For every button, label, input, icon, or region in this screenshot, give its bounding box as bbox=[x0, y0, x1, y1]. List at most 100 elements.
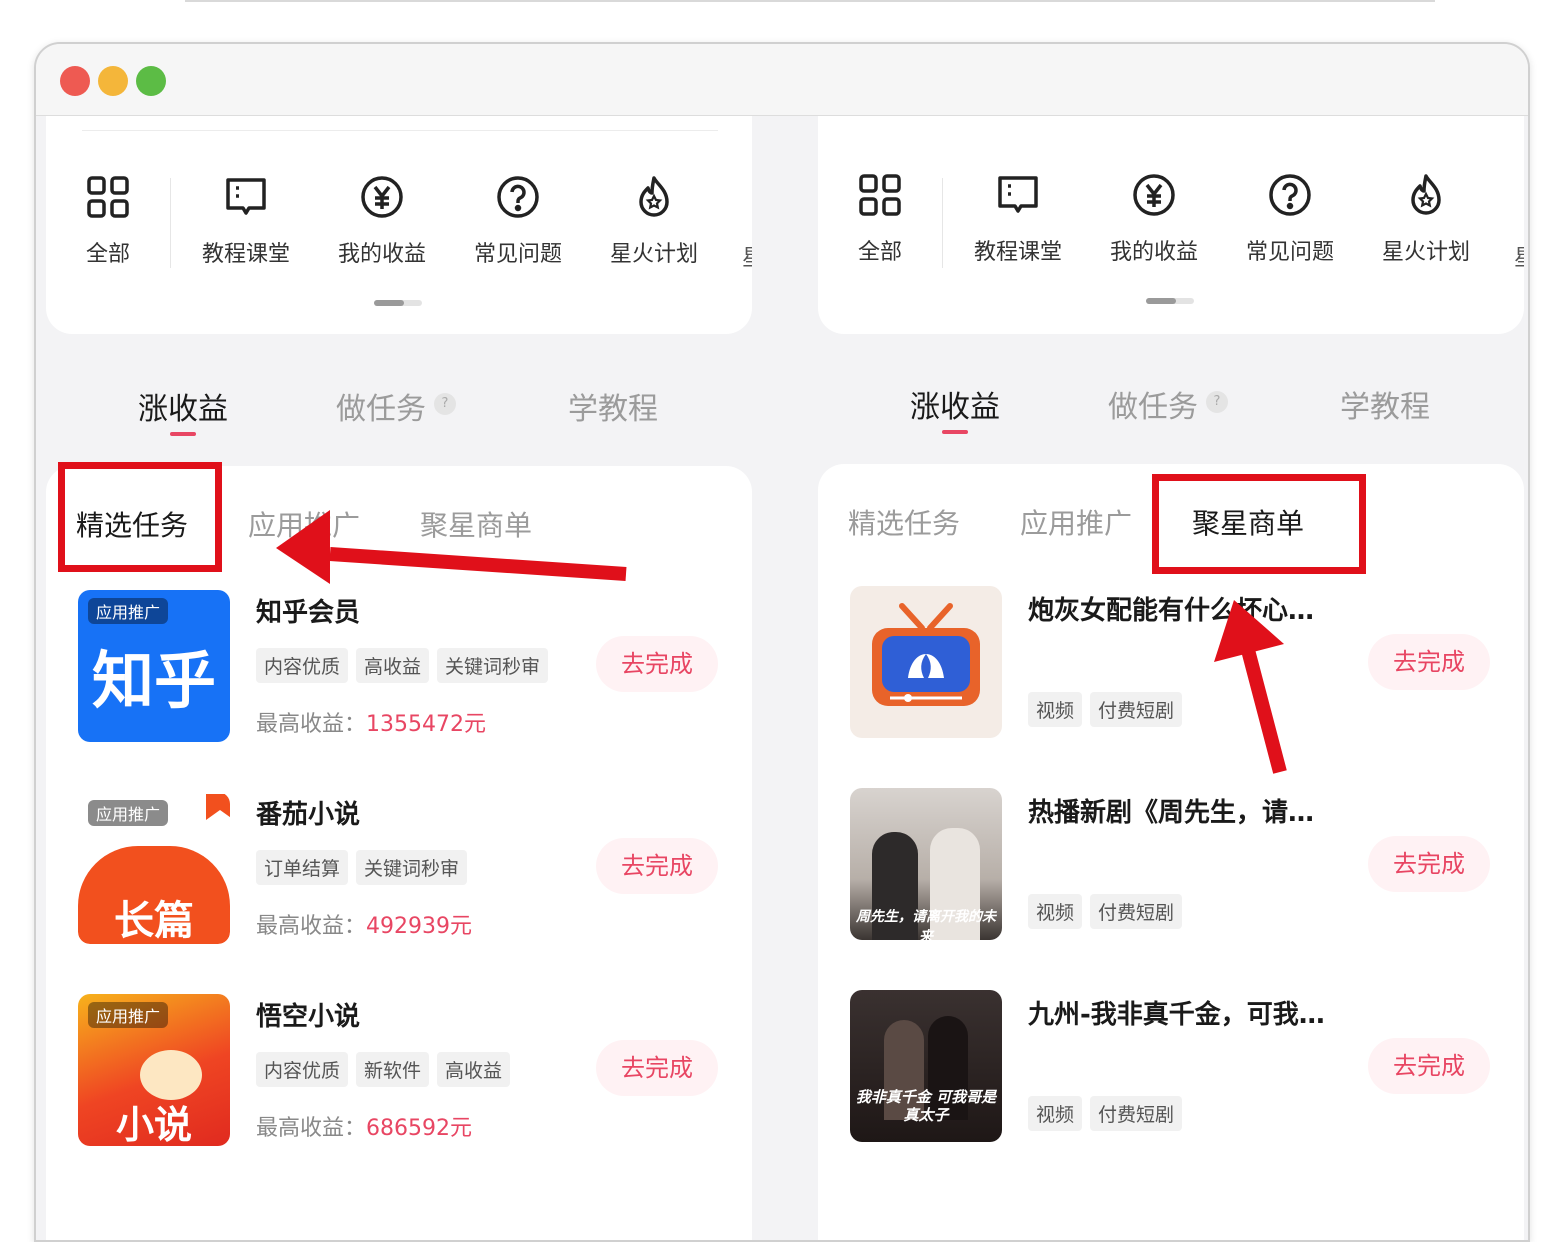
list-item[interactable]: 周先生，请离开我的未来 热播新剧《周先生，请… 视频 付费短剧 去完成 bbox=[850, 788, 1510, 944]
earnings-value: 686592元 bbox=[366, 1116, 472, 1141]
tab-learn-tutorials[interactable]: 学教程 bbox=[1340, 382, 1430, 426]
drama-app-icon bbox=[850, 586, 1002, 738]
promo-badge: 应用推广 bbox=[88, 800, 169, 826]
tag-list: 内容优质 高收益 关键词秒审 bbox=[256, 648, 549, 683]
active-tab-indicator bbox=[942, 430, 968, 434]
grid-icon bbox=[87, 176, 129, 218]
shortcut-earnings[interactable]: 我的收益 bbox=[1094, 172, 1214, 266]
app-window: 全部 教程课堂 我的收益 常见问题 星火计划 星 涨收益 做 bbox=[34, 42, 1530, 1242]
active-tab-indicator bbox=[170, 432, 196, 436]
promo-badge: 应用推广 bbox=[88, 1002, 169, 1028]
promo-badge: 应用推广 bbox=[88, 598, 169, 624]
subtab-featured-tasks[interactable]: 精选任务 bbox=[848, 502, 960, 542]
clipped-shortcut: 星 bbox=[1514, 240, 1524, 272]
tab-increase-earnings[interactable]: 涨收益 bbox=[138, 384, 228, 428]
shortcut-earnings[interactable]: 我的收益 bbox=[322, 174, 442, 268]
tab-learn-tutorials[interactable]: 学教程 bbox=[568, 384, 658, 428]
close-window-button[interactable] bbox=[60, 66, 90, 96]
shortcut-faq[interactable]: 常见问题 bbox=[458, 174, 578, 268]
tag: 付费短剧 bbox=[1090, 1096, 1183, 1131]
scroll-indicator bbox=[374, 300, 422, 306]
thumb-text: 知乎 bbox=[91, 644, 216, 717]
item-title: 九州-我非真千金，可我… bbox=[1028, 1000, 1325, 1030]
divider bbox=[170, 178, 171, 268]
item-title: 番茄小说 bbox=[256, 800, 361, 830]
help-icon[interactable]: ? bbox=[1206, 390, 1228, 413]
item-title: 知乎会员 bbox=[256, 598, 361, 628]
subtab-app-promotion[interactable]: 应用推广 bbox=[248, 504, 360, 544]
go-complete-button[interactable]: 去完成 bbox=[596, 838, 718, 894]
item-title: 悟空小说 bbox=[256, 1002, 361, 1032]
tag: 付费短剧 bbox=[1090, 692, 1183, 727]
maximize-window-button[interactable] bbox=[136, 66, 166, 96]
subtab-app-promotion[interactable]: 应用推广 bbox=[1020, 502, 1132, 542]
wukong-app-icon: 小说 应用推广 bbox=[78, 994, 230, 1146]
shortcut-card: 全部 教程课堂 我的收益 常见问题 星火计划 星 bbox=[818, 116, 1524, 334]
tag: 高收益 bbox=[356, 648, 430, 683]
question-circle-icon bbox=[497, 176, 539, 218]
annotation-box-featured bbox=[58, 462, 222, 572]
tab-do-tasks[interactable]: 做任务? bbox=[1108, 382, 1228, 426]
shortcut-label: 我的收益 bbox=[1109, 240, 1198, 265]
shortcut-label: 星火计划 bbox=[609, 242, 698, 267]
grid-icon bbox=[859, 174, 901, 216]
shortcut-label: 教程课堂 bbox=[973, 240, 1062, 265]
go-complete-button[interactable]: 去完成 bbox=[596, 636, 718, 692]
list-item[interactable]: 我非真千金 可我哥是真太子 九州-我非真千金，可我… 视频 付费短剧 去完成 bbox=[850, 990, 1510, 1146]
shortcut-label: 常见问题 bbox=[473, 242, 562, 267]
shortcut-faq[interactable]: 常见问题 bbox=[1230, 172, 1350, 266]
tag: 新软件 bbox=[356, 1052, 430, 1087]
clipped-shortcut: 星 bbox=[742, 240, 752, 272]
tag: 关键词秒审 bbox=[356, 850, 468, 885]
tag: 关键词秒审 bbox=[437, 648, 549, 683]
tv-icon bbox=[872, 603, 980, 706]
list-item[interactable]: 长篇 应用推广 番茄小说 订单结算 关键词秒审 最高收益：492939元 去完成 bbox=[78, 792, 738, 948]
annotation-box-juxing bbox=[1152, 474, 1366, 574]
subtab-juxing-orders[interactable]: 聚星商单 bbox=[420, 504, 532, 544]
help-icon[interactable]: ? bbox=[434, 392, 456, 415]
tag-list: 订单结算 关键词秒审 bbox=[256, 850, 468, 885]
go-complete-button[interactable]: 去完成 bbox=[1368, 836, 1490, 892]
list-item[interactable]: 知乎 应用推广 知乎会员 内容优质 高收益 关键词秒审 最高收益：1355472… bbox=[78, 590, 738, 746]
yen-coin-icon bbox=[1133, 174, 1175, 216]
shortcut-all[interactable]: 全部 bbox=[48, 174, 168, 268]
shortcut-all[interactable]: 全部 bbox=[820, 172, 940, 266]
shortcut-label: 常见问题 bbox=[1245, 240, 1334, 265]
list-item[interactable]: 小说 应用推广 悟空小说 内容优质 新软件 高收益 最高收益：686592元 去… bbox=[78, 994, 738, 1150]
max-earnings: 最高收益：1355472元 bbox=[256, 712, 486, 737]
go-complete-button[interactable]: 去完成 bbox=[1368, 634, 1490, 690]
max-earnings: 最高收益：492939元 bbox=[256, 914, 472, 939]
tag: 视频 bbox=[1028, 1096, 1083, 1131]
tab-increase-earnings[interactable]: 涨收益 bbox=[910, 382, 1000, 426]
tag: 订单结算 bbox=[256, 850, 349, 885]
max-earnings: 最高收益：686592元 bbox=[256, 1116, 472, 1141]
task-list-card: 精选任务 应用推广 聚星商单 炮灰女配能有什么坏心… 视频 付费短剧 去完成 周… bbox=[818, 464, 1524, 1240]
minimize-window-button[interactable] bbox=[98, 66, 128, 96]
list-item[interactable]: 炮灰女配能有什么坏心… 视频 付费短剧 去完成 bbox=[850, 586, 1510, 742]
tag: 视频 bbox=[1028, 894, 1083, 929]
tab-do-tasks[interactable]: 做任务? bbox=[336, 384, 456, 428]
flame-star-icon bbox=[1411, 174, 1441, 215]
earnings-value: 1355472元 bbox=[366, 712, 486, 737]
shortcut-tutorials[interactable]: 教程课堂 bbox=[186, 174, 306, 268]
thumb-text: 长篇 bbox=[114, 898, 194, 944]
shortcut-label: 教程课堂 bbox=[201, 242, 290, 267]
tag: 视频 bbox=[1028, 692, 1083, 727]
shortcut-tutorials[interactable]: 教程课堂 bbox=[958, 172, 1078, 266]
shortcut-label: 全部 bbox=[857, 240, 902, 265]
go-complete-button[interactable]: 去完成 bbox=[1368, 1038, 1490, 1094]
item-title: 炮灰女配能有什么坏心… bbox=[1028, 596, 1315, 626]
top-divider bbox=[185, 0, 1435, 2]
tag: 高收益 bbox=[437, 1052, 511, 1087]
tag-list: 视频 付费短剧 bbox=[1028, 692, 1183, 727]
shortcut-label: 星火计划 bbox=[1381, 240, 1470, 265]
scroll-indicator bbox=[1146, 298, 1194, 304]
go-complete-button[interactable]: 去完成 bbox=[596, 1040, 718, 1096]
divider bbox=[942, 178, 943, 268]
shortcut-spark-plan[interactable]: 星火计划 bbox=[594, 174, 714, 268]
tag-list: 视频 付费短剧 bbox=[1028, 894, 1183, 929]
shortcut-card: 全部 教程课堂 我的收益 常见问题 星火计划 星 bbox=[46, 116, 752, 334]
zhihu-app-icon: 知乎 应用推广 bbox=[78, 590, 230, 742]
shortcut-spark-plan[interactable]: 星火计划 bbox=[1366, 172, 1486, 266]
question-circle-icon bbox=[1269, 174, 1311, 216]
